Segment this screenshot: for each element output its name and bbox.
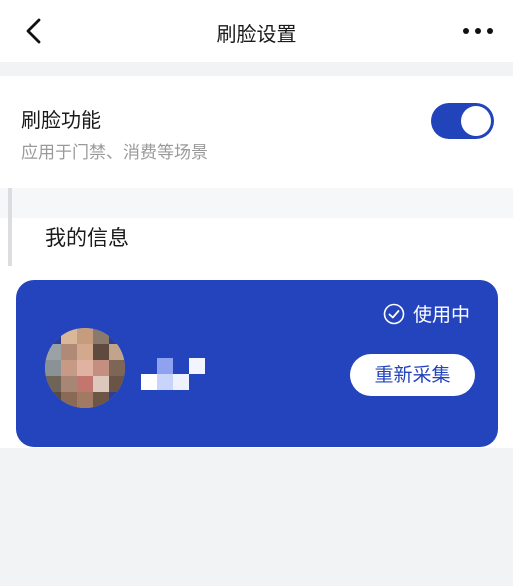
face-function-title: 刷脸功能 xyxy=(21,108,101,132)
more-horizontal-icon xyxy=(463,28,493,34)
check-circle-icon xyxy=(383,303,405,324)
status-badge: 使用中 xyxy=(383,300,470,327)
section-accent-bar xyxy=(8,188,12,266)
top-nav-bar: 刷脸设置 xyxy=(0,0,513,62)
toggle-knob xyxy=(461,106,491,136)
face-function-subtitle: 应用于门禁、消费等场景 xyxy=(21,143,208,163)
recollect-button[interactable]: 重新采集 xyxy=(350,354,475,396)
face-function-card: 刷脸功能 应用于门禁、消费等场景 xyxy=(0,76,513,188)
more-button[interactable] xyxy=(461,18,495,44)
page-title: 刷脸设置 xyxy=(216,22,297,46)
avatar xyxy=(45,328,125,408)
my-info-heading: 我的信息 xyxy=(45,226,129,250)
face-function-toggle[interactable] xyxy=(431,103,494,139)
my-info-section: 我的信息 使用中 重新采集 xyxy=(0,188,513,448)
status-label: 使用中 xyxy=(412,304,470,326)
face-profile-card: 使用中 重新采集 xyxy=(16,280,498,447)
section-divider xyxy=(0,188,513,218)
face-settings-page: 刷脸设置 刷脸功能 应用于门禁、消费等场景 我的信息 使用中 重新采集 xyxy=(0,0,513,586)
masked-name xyxy=(141,358,205,392)
